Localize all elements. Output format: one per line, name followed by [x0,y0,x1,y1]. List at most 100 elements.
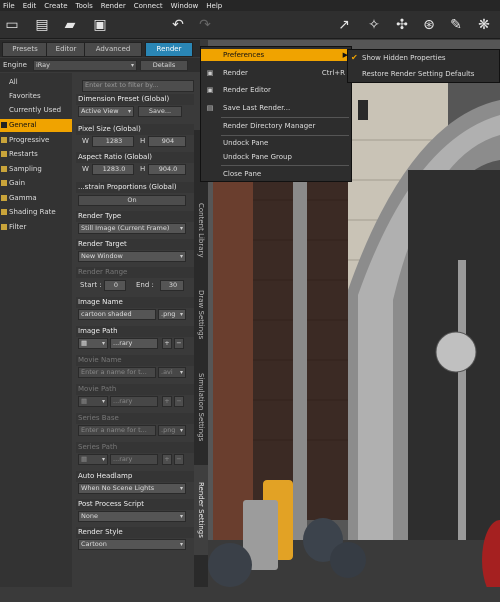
tab-render[interactable]: Render [145,42,193,57]
tab-simulation-settings[interactable]: Simulation Settings [194,360,208,455]
menu-item-render-directory-manager[interactable]: Render Directory Manager [201,120,351,132]
add-movie-path-button[interactable]: + [162,396,172,407]
render-type-select[interactable]: Still Image (Current Frame) [78,223,186,234]
remove-path-button[interactable]: − [174,338,184,349]
movie-name-field[interactable]: Enter a name for t... [78,367,156,378]
category-favorites[interactable]: Favorites [0,90,72,103]
surface-selection-icon[interactable]: ✎ [446,16,466,34]
category-shading-rate[interactable]: Shading Rate [0,206,72,219]
redo-icon[interactable]: ↷ [195,16,215,34]
image-path-header: Image Path [76,326,194,337]
remove-series-path-button[interactable]: − [174,454,184,465]
series-base-field[interactable]: Enter a name for t... [78,425,156,436]
remove-movie-path-button[interactable]: − [174,396,184,407]
render-editor-icon: ▣ [206,86,214,94]
aspect-width-field[interactable]: 1283.0 [92,164,134,175]
perspective-view-icon[interactable]: ↗ [334,16,354,34]
tab-render-settings[interactable]: Render Settings [194,465,208,555]
render-settings-icon[interactable]: ❋ [474,16,494,34]
category-label: Gamma [9,194,37,202]
menu-item-save-last-render[interactable]: ▤ Save Last Render... [201,102,351,114]
menu-edit[interactable]: Edit [23,2,37,10]
new-file-icon[interactable]: ▭ [2,16,22,34]
render-target-value: New Window [81,252,123,260]
end-field[interactable]: 30 [160,280,184,291]
category-all[interactable]: All [0,76,72,89]
height-field[interactable]: 904 [148,136,186,147]
search-input[interactable]: Enter text to filter by... [82,80,194,92]
open-icon[interactable]: ▰ [60,16,80,34]
width-field[interactable]: 1283 [92,136,134,147]
menu-file[interactable]: File [3,2,15,10]
image-ext-select[interactable]: .png [158,309,186,320]
category-general[interactable]: General [0,119,72,132]
tab-editor[interactable]: Editor [46,42,86,57]
width-label: W [82,137,89,145]
auto-headlamp-select[interactable]: When No Scene Lights [78,483,186,494]
category-list: All Favorites Currently Used General Pro… [0,73,72,587]
constrain-on-toggle[interactable]: On [78,195,186,206]
aspect-width-value: 1283.0 [102,165,126,173]
undo-icon[interactable]: ↶ [168,16,188,34]
transform-icon[interactable]: ✧ [364,16,384,34]
details-label: Details [152,61,176,69]
movie-path-field[interactable]: ...rary [110,396,158,407]
menu-item-close-pane[interactable]: Close Pane [201,168,351,180]
category-label: Progressive [9,136,50,144]
menu-item-show-hidden-properties[interactable]: ✔ Show Hidden Properties [348,52,499,64]
menu-window[interactable]: Window [171,2,199,10]
menu-connect[interactable]: Connect [134,2,163,10]
render-target-select[interactable]: New Window [78,251,186,262]
category-sampling[interactable]: Sampling [0,163,72,176]
image-path-select[interactable]: ▦ [78,338,108,349]
category-gamma[interactable]: Gamma [0,192,72,205]
menu-item-preferences[interactable]: Preferences ▶ [201,49,351,61]
save-preset-button[interactable]: Save... [138,106,182,117]
image-path-field[interactable]: ...rary [110,338,158,349]
start-field[interactable]: 0 [104,280,126,291]
active-view-select[interactable]: Active View [78,106,134,117]
category-label: Filter [9,223,27,231]
add-series-path-button[interactable]: + [162,454,172,465]
menu-item-render[interactable]: ▣ Render Ctrl+R [201,67,351,79]
node-weight-icon[interactable]: ✣ [392,16,412,34]
menu-item-undock-pane-group[interactable]: Undock Pane Group [201,151,351,163]
add-path-button[interactable]: + [162,338,172,349]
category-currently-used[interactable]: Currently Used [0,104,72,117]
render-type-value: Still Image (Current Frame) [81,224,170,232]
tab-presets[interactable]: Presets [2,42,48,57]
save-as-icon[interactable]: ▣ [90,16,110,34]
menu-item-undock-pane[interactable]: Undock Pane [201,137,351,149]
menu-item-restore-defaults[interactable]: Restore Render Setting Defaults [348,68,499,80]
engine-select[interactable]: iRay [33,60,137,71]
category-filter[interactable]: Filter [0,221,72,234]
movie-ext-select[interactable]: .avi [158,367,186,378]
menu-create[interactable]: Create [44,2,67,10]
category-progressive[interactable]: Progressive [0,134,72,147]
series-path-field[interactable]: ...rary [110,454,158,465]
series-path-header: Series Path [76,442,194,453]
tab-content-library[interactable]: Content Library [194,190,208,270]
image-name-field[interactable]: cartoon shaded [78,309,156,320]
menu-item-render-editor[interactable]: ▣ Render Editor [201,84,351,96]
joint-editor-icon[interactable]: ⊛ [419,16,439,34]
tab-advanced[interactable]: Advanced [84,42,142,57]
save-icon[interactable]: ▤ [32,16,52,34]
category-gain[interactable]: Gain [0,177,72,190]
render-shortcut: Ctrl+R [321,69,345,77]
aspect-height-field[interactable]: 904.0 [148,164,186,175]
movie-path-select[interactable]: ▦ [78,396,108,407]
start-label: Start : [80,281,102,289]
post-process-select[interactable]: None [78,511,186,522]
search-placeholder: Enter text to filter by... [85,81,159,89]
tab-draw-settings[interactable]: Draw Settings [194,280,208,350]
menu-render[interactable]: Render [101,2,126,10]
movie-path-header: Movie Path [76,384,194,395]
series-path-select[interactable]: ▦ [78,454,108,465]
series-ext-select[interactable]: .png [158,425,186,436]
details-button[interactable]: Details [140,60,188,71]
category-restarts[interactable]: Restarts [0,148,72,161]
menu-tools[interactable]: Tools [76,2,93,10]
menu-help[interactable]: Help [206,2,222,10]
render-style-select[interactable]: Cartoon [78,539,186,550]
